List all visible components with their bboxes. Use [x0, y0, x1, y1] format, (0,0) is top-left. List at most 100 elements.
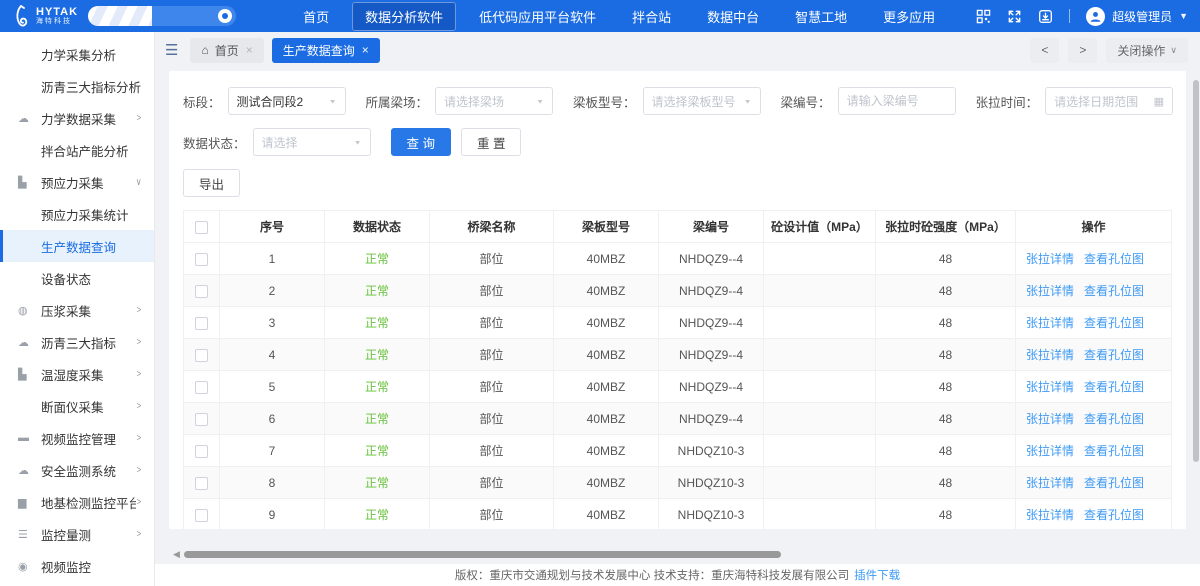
nav-item-3[interactable]: 低代码应用平台软件 — [466, 2, 609, 31]
filter-date-picker[interactable]: 请选择日期范围▦ — [1045, 87, 1173, 115]
user-menu[interactable]: 超级管理员 ▼ — [1086, 7, 1188, 26]
nav-item-6[interactable]: 智慧工地 — [782, 2, 860, 31]
hole-map-link[interactable]: 查看孔位图 — [1084, 316, 1144, 330]
filter-value: 测试合同段2 — [237, 93, 329, 110]
hole-map-link[interactable]: 查看孔位图 — [1084, 348, 1144, 362]
cell-model: 40MBZ — [554, 499, 659, 530]
hole-map-link[interactable]: 查看孔位图 — [1084, 380, 1144, 394]
tab-active[interactable]: 生产数据查询× — [272, 38, 380, 63]
table-row: 8正常部位40MBZNHDQZ10-348张拉详情查看孔位图 — [184, 467, 1172, 499]
query-button[interactable]: 查 询 — [391, 128, 451, 156]
column-header: 张拉时砼强度（MPa） — [876, 211, 1016, 243]
nav-item-5[interactable]: 数据中台 — [694, 2, 772, 31]
cell-design — [764, 275, 876, 307]
horizontal-scroll-thumb[interactable] — [184, 551, 781, 558]
video-icon: ▬ — [18, 432, 41, 444]
column-header: 梁板型号 — [554, 211, 659, 243]
sidebar-item[interactable]: 设备状态 — [0, 262, 154, 294]
tension-detail-link[interactable]: 张拉详情 — [1026, 444, 1074, 458]
scroll-left-arrow-icon[interactable]: ◀ — [173, 550, 180, 559]
nav-item-7[interactable]: 更多应用 — [870, 2, 948, 31]
row-select-cell — [184, 243, 220, 275]
tension-detail-link[interactable]: 张拉详情 — [1026, 348, 1074, 362]
row-checkbox[interactable] — [195, 413, 208, 426]
tension-detail-link[interactable]: 张拉详情 — [1026, 508, 1074, 522]
sidebar-item[interactable]: ◍压浆采集> — [0, 294, 154, 326]
sidebar-item[interactable]: ☰监控量测> — [0, 518, 154, 550]
hole-map-link[interactable]: 查看孔位图 — [1084, 476, 1144, 490]
row-select-cell — [184, 467, 220, 499]
horizontal-scroll-track[interactable] — [183, 551, 1178, 558]
sidebar-item[interactable]: 力学采集分析 — [0, 38, 154, 70]
qr-grid-icon[interactable] — [976, 9, 991, 24]
fullscreen-icon[interactable] — [1007, 9, 1022, 24]
sidebar-item[interactable]: ◉视频监控 — [0, 550, 154, 582]
sidebar-item[interactable]: ☁沥青三大指标> — [0, 326, 154, 358]
tension-detail-link[interactable]: 张拉详情 — [1026, 476, 1074, 490]
row-checkbox[interactable] — [195, 285, 208, 298]
tension-detail-link[interactable]: 张拉详情 — [1026, 412, 1074, 426]
row-checkbox[interactable] — [195, 509, 208, 522]
export-row: 导出 — [183, 169, 1172, 197]
cell-model: 40MBZ — [554, 467, 659, 499]
sidebar-item[interactable]: 断面仪采集> — [0, 390, 154, 422]
tab-inactive[interactable]: ⌂首页× — [190, 38, 263, 63]
hole-map-link[interactable]: 查看孔位图 — [1084, 412, 1144, 426]
hole-map-link[interactable]: 查看孔位图 — [1084, 252, 1144, 266]
tab-prev-button[interactable]: < — [1030, 38, 1059, 63]
sidebar-collapse-icon[interactable]: ☰ — [165, 41, 178, 59]
sidebar-item[interactable]: ▙预应力采集∨ — [0, 166, 154, 198]
nav-item-1[interactable]: 首页 — [290, 2, 342, 31]
top-navigation-bar: HYTAK 海特科技 首页数据分析软件低代码应用平台软件拌合站数据中台智慧工地更… — [0, 0, 1200, 32]
reset-button[interactable]: 重 置 — [461, 128, 521, 156]
chevron-right-icon: > — [137, 401, 142, 412]
hole-map-link[interactable]: 查看孔位图 — [1084, 284, 1144, 298]
close-icon[interactable]: × — [246, 44, 253, 56]
sidebar-item[interactable]: ☁安全监测系统> — [0, 454, 154, 486]
cell-model: 40MBZ — [554, 339, 659, 371]
sidebar-item[interactable]: 拌合站产能分析 — [0, 134, 154, 166]
sidebar-item[interactable]: 沥青三大指标分析 — [0, 70, 154, 102]
tension-detail-link[interactable]: 张拉详情 — [1026, 380, 1074, 394]
nav-item-4[interactable]: 拌合站 — [619, 2, 684, 31]
close-icon[interactable]: × — [362, 44, 369, 56]
plugin-download-link[interactable]: 插件下载 — [854, 567, 900, 583]
row-checkbox[interactable] — [195, 445, 208, 458]
row-checkbox[interactable] — [195, 317, 208, 330]
row-select-cell — [184, 275, 220, 307]
hole-map-link[interactable]: 查看孔位图 — [1084, 444, 1144, 458]
tab-next-button[interactable]: > — [1068, 38, 1097, 63]
sidebar-item[interactable]: ☁力学数据采集> — [0, 102, 154, 134]
sidebar-item[interactable]: 生产数据查询 — [0, 230, 154, 262]
cloud-icon: ☁ — [18, 336, 41, 349]
filter-select[interactable]: 请选择▼ — [253, 128, 371, 156]
filter-select[interactable]: 测试合同段2▼ — [228, 87, 346, 115]
cell-bridge: 部位 — [430, 499, 554, 530]
cell-model: 40MBZ — [554, 435, 659, 467]
select-all-checkbox[interactable] — [195, 221, 208, 234]
download-plugin-icon[interactable] — [1038, 9, 1053, 24]
project-switch-icon[interactable] — [218, 9, 232, 23]
row-checkbox[interactable] — [195, 349, 208, 362]
close-operations-dropdown[interactable]: 关闭操作 ∨ — [1106, 38, 1188, 63]
row-checkbox[interactable] — [195, 253, 208, 266]
filter-select[interactable]: 请选择梁场▼ — [435, 87, 553, 115]
sidebar-item[interactable]: ▙温湿度采集> — [0, 358, 154, 390]
sidebar-item[interactable]: ▆地基检测监控平台> — [0, 486, 154, 518]
tension-detail-link[interactable]: 张拉详情 — [1026, 284, 1074, 298]
row-checkbox[interactable] — [195, 477, 208, 490]
hole-map-link[interactable]: 查看孔位图 — [1084, 508, 1144, 522]
filter-select[interactable]: 请选择梁板型号▼ — [643, 87, 761, 115]
row-checkbox[interactable] — [195, 381, 208, 394]
column-header: 序号 — [220, 211, 325, 243]
project-selector[interactable] — [88, 6, 236, 26]
nav-item-2[interactable]: 数据分析软件 — [352, 2, 456, 31]
vertical-scroll-thumb[interactable] — [1193, 80, 1199, 462]
sidebar-item[interactable]: ▬视频监控管理> — [0, 422, 154, 454]
sidebar-item-label: 断面仪采集 — [41, 397, 136, 416]
export-button[interactable]: 导出 — [183, 169, 240, 197]
tension-detail-link[interactable]: 张拉详情 — [1026, 316, 1074, 330]
tension-detail-link[interactable]: 张拉详情 — [1026, 252, 1074, 266]
sidebar-item[interactable]: 预应力采集统计 — [0, 198, 154, 230]
filter-input[interactable] — [838, 87, 956, 115]
